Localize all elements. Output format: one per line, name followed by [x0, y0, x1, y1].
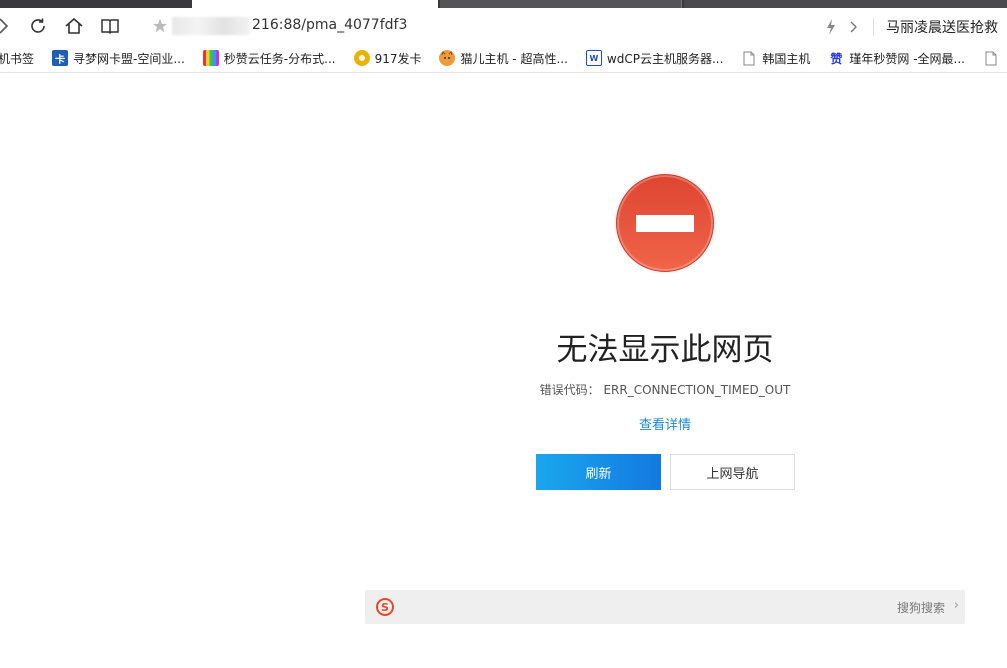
- bookmark-item-overflow[interactable]: [983, 50, 1004, 66]
- bookmark-star-icon[interactable]: [150, 16, 170, 36]
- miaozan-icon: [202, 50, 219, 66]
- tab-inactive[interactable]: [440, 0, 682, 8]
- bookmark-item[interactable]: 赞 瑾年秒赞网 -全网最...: [828, 50, 965, 67]
- bookmark-label: wdCP云主机服务器...: [606, 51, 724, 66]
- error-circle: [616, 174, 714, 272]
- xunmeng-icon: 卡: [52, 50, 69, 66]
- chrome-icon: [353, 50, 370, 66]
- bookmark-label: 猫儿主机 - 超高性...: [460, 51, 568, 66]
- bookmark-item[interactable]: W wdCP云主机服务器...: [585, 50, 724, 67]
- error-code: 错误代码： ERR_CONNECTION_TIMED_OUT: [500, 381, 830, 398]
- refresh-button[interactable]: 刷新: [536, 454, 661, 490]
- error-stop-icon: [614, 172, 716, 274]
- chevron-right-icon[interactable]: [849, 20, 859, 34]
- lightning-icon[interactable]: [825, 18, 837, 36]
- bookmark-item[interactable]: 韩国主机: [741, 50, 810, 67]
- bookmark-item[interactable]: 917发卡: [353, 50, 422, 67]
- reload-icon[interactable]: [28, 16, 48, 36]
- page-icon: [983, 50, 999, 66]
- cat-icon: [439, 50, 456, 66]
- forward-icon[interactable]: [0, 16, 14, 36]
- bookmark-label: 寻梦网卡盟-空间业...: [73, 51, 185, 66]
- error-bar: [636, 214, 694, 232]
- toolbar: 216:88/pma_4077fdf3 马丽凌晨送医抢救: [0, 8, 1007, 44]
- jinnian-icon: 赞: [830, 51, 843, 66]
- tab-active[interactable]: [192, 0, 438, 8]
- bookmark-label: 韩国主机: [762, 51, 811, 66]
- tab-strip: [0, 0, 1007, 8]
- view-details-link[interactable]: 查看详情: [560, 414, 770, 433]
- bookmarks-bar: 机书签 卡 寻梦网卡盟-空间业... 秒赞云任务-分布式... 917发卡 猫儿…: [0, 44, 1007, 73]
- bookmark-label: 秒赞云任务-分布式...: [223, 51, 336, 66]
- error-code-label: 错误代码：: [539, 383, 600, 397]
- bookmark-label: 机书签: [0, 51, 35, 66]
- address-bar[interactable]: 216:88/pma_4077fdf3: [252, 17, 407, 33]
- bookmark-item[interactable]: 猫儿主机 - 超高性...: [439, 50, 568, 67]
- news-ticker[interactable]: 马丽凌晨送医抢救: [886, 17, 998, 37]
- bookmark-label: 瑾年秒赞网 -全网最...: [849, 51, 965, 66]
- wdcp-icon: W: [585, 50, 602, 66]
- toolbar-divider: [873, 18, 874, 36]
- bookmark-item[interactable]: 机书签: [0, 50, 34, 67]
- bookmark-item[interactable]: 秒赞云任务-分布式...: [202, 50, 336, 67]
- tab-inactive-second[interactable]: [684, 0, 1007, 8]
- sogou-logo-icon: S: [376, 598, 394, 616]
- page-title: 无法显示此网页: [556, 332, 774, 368]
- error-code-value: ERR_CONNECTION_TIMED_OUT: [603, 383, 791, 397]
- search-bar[interactable]: S 搜狗搜索 ›: [365, 590, 965, 624]
- bookmark-label: 917发卡: [374, 51, 422, 66]
- web-navigation-button[interactable]: 上网导航: [670, 454, 795, 490]
- home-icon[interactable]: [64, 16, 84, 36]
- url-redacted: [172, 17, 250, 35]
- page-icon: [741, 50, 757, 66]
- reader-icon[interactable]: [100, 16, 120, 36]
- search-engine-label[interactable]: 搜狗搜索: [897, 599, 945, 616]
- toolbar-right: 马丽凌晨送医抢救: [825, 16, 1007, 38]
- bookmark-item[interactable]: 卡 寻梦网卡盟-空间业...: [52, 50, 185, 67]
- chevron-right-icon[interactable]: ›: [954, 598, 959, 613]
